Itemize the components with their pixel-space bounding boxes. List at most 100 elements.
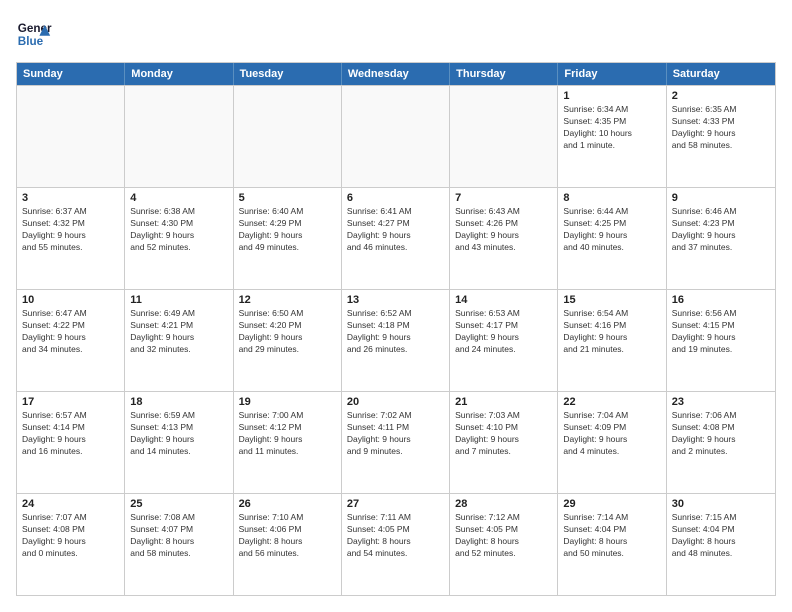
cal-cell-18: 18 Sunrise: 6:59 AM Sunset: 4:13 PM Dayli… [125,392,233,493]
cal-cell-23: 23 Sunrise: 7:06 AM Sunset: 4:08 PM Dayli… [667,392,775,493]
day-number: 14 [455,294,552,306]
cal-cell-24: 24Sunrise: 7:07 AM Sunset: 4:08 PM Dayli… [17,494,125,595]
cal-cell-1: 1Sunrise: 6:34 AM Sunset: 4:35 PM Daylig… [558,86,666,187]
day-info: Sunrise: 6:43 AM Sunset: 4:26 PM Dayligh… [455,206,552,254]
day-number: 15 [563,294,660,306]
day-info: Sunrise: 6:59 AM Sunset: 4:13 PM Dayligh… [130,410,227,458]
cal-cell-29: 29Sunrise: 7:14 AM Sunset: 4:04 PM Dayli… [558,494,666,595]
cal-cell-20: 20 Sunrise: 7:02 AM Sunset: 4:11 PM Dayli… [342,392,450,493]
day-info: Sunrise: 7:02 AM Sunset: 4:11 PM Dayligh… [347,410,444,458]
day-number: 26 [239,498,336,510]
day-info: Sunrise: 6:53 AM Sunset: 4:17 PM Dayligh… [455,308,552,356]
day-info: Sunrise: 6:52 AM Sunset: 4:18 PM Dayligh… [347,308,444,356]
cal-cell-10: 10 Sunrise: 6:47 AM Sunset: 4:22 PM Dayli… [17,290,125,391]
cal-cell-empty-4 [450,86,558,187]
day-number: 19 [239,396,336,408]
cal-cell-30: 30 Sunrise: 7:15 AM Sunset: 4:04 PM Dayli… [667,494,775,595]
day-info: Sunrise: 6:35 AM Sunset: 4:33 PM Dayligh… [672,104,770,152]
cal-cell-25: 25Sunrise: 7:08 AM Sunset: 4:07 PM Dayli… [125,494,233,595]
day-info: Sunrise: 6:47 AM Sunset: 4:22 PM Dayligh… [22,308,119,356]
weekday-header-wednesday: Wednesday [342,63,450,85]
day-number: 7 [455,192,552,204]
cal-cell-16: 16 Sunrise: 6:56 AM Sunset: 4:15 PM Dayli… [667,290,775,391]
day-number: 27 [347,498,444,510]
day-number: 9 [672,192,770,204]
weekday-header-friday: Friday [558,63,666,85]
cal-cell-6: 6Sunrise: 6:41 AM Sunset: 4:27 PM Daylig… [342,188,450,289]
day-number: 20 [347,396,444,408]
day-info: Sunrise: 7:15 AM Sunset: 4:04 PM Dayligh… [672,512,770,560]
day-info: Sunrise: 6:44 AM Sunset: 4:25 PM Dayligh… [563,206,660,254]
day-number: 30 [672,498,770,510]
calendar-row-1: 1Sunrise: 6:34 AM Sunset: 4:35 PM Daylig… [17,85,775,187]
day-info: Sunrise: 7:03 AM Sunset: 4:10 PM Dayligh… [455,410,552,458]
cal-cell-8: 8 Sunrise: 6:44 AM Sunset: 4:25 PM Daylig… [558,188,666,289]
day-number: 13 [347,294,444,306]
calendar-row-4: 17 Sunrise: 6:57 AM Sunset: 4:14 PM Dayli… [17,391,775,493]
cal-cell-12: 12 Sunrise: 6:50 AM Sunset: 4:20 PM Dayli… [234,290,342,391]
day-info: Sunrise: 6:50 AM Sunset: 4:20 PM Dayligh… [239,308,336,356]
day-number: 8 [563,192,660,204]
cal-cell-empty-0 [17,86,125,187]
cal-cell-13: 13 Sunrise: 6:52 AM Sunset: 4:18 PM Dayli… [342,290,450,391]
page: General Blue SundayMondayTuesdayWednesda… [0,0,792,612]
cal-cell-empty-3 [342,86,450,187]
day-info: Sunrise: 6:54 AM Sunset: 4:16 PM Dayligh… [563,308,660,356]
day-info: Sunrise: 6:40 AM Sunset: 4:29 PM Dayligh… [239,206,336,254]
day-info: Sunrise: 7:00 AM Sunset: 4:12 PM Dayligh… [239,410,336,458]
day-number: 17 [22,396,119,408]
day-info: Sunrise: 7:12 AM Sunset: 4:05 PM Dayligh… [455,512,552,560]
day-number: 11 [130,294,227,306]
day-info: Sunrise: 7:08 AM Sunset: 4:07 PM Dayligh… [130,512,227,560]
day-number: 5 [239,192,336,204]
day-info: Sunrise: 7:06 AM Sunset: 4:08 PM Dayligh… [672,410,770,458]
cal-cell-28: 28Sunrise: 7:12 AM Sunset: 4:05 PM Dayli… [450,494,558,595]
cal-cell-7: 7 Sunrise: 6:43 AM Sunset: 4:26 PM Daylig… [450,188,558,289]
calendar-header: SundayMondayTuesdayWednesdayThursdayFrid… [17,63,775,85]
weekday-header-saturday: Saturday [667,63,775,85]
day-info: Sunrise: 7:11 AM Sunset: 4:05 PM Dayligh… [347,512,444,560]
day-info: Sunrise: 6:37 AM Sunset: 4:32 PM Dayligh… [22,206,119,254]
day-info: Sunrise: 6:57 AM Sunset: 4:14 PM Dayligh… [22,410,119,458]
cal-cell-empty-2 [234,86,342,187]
cal-cell-17: 17 Sunrise: 6:57 AM Sunset: 4:14 PM Dayli… [17,392,125,493]
day-number: 16 [672,294,770,306]
day-number: 18 [130,396,227,408]
day-info: Sunrise: 6:34 AM Sunset: 4:35 PM Dayligh… [563,104,660,152]
cal-cell-2: 2Sunrise: 6:35 AM Sunset: 4:33 PM Daylig… [667,86,775,187]
calendar-row-2: 3 Sunrise: 6:37 AM Sunset: 4:32 PM Daylig… [17,187,775,289]
cal-cell-11: 11Sunrise: 6:49 AM Sunset: 4:21 PM Dayli… [125,290,233,391]
day-info: Sunrise: 6:46 AM Sunset: 4:23 PM Dayligh… [672,206,770,254]
day-number: 22 [563,396,660,408]
day-number: 6 [347,192,444,204]
logo: General Blue [16,16,52,52]
cal-cell-14: 14 Sunrise: 6:53 AM Sunset: 4:17 PM Dayli… [450,290,558,391]
day-info: Sunrise: 6:56 AM Sunset: 4:15 PM Dayligh… [672,308,770,356]
weekday-header-monday: Monday [125,63,233,85]
cal-cell-5: 5 Sunrise: 6:40 AM Sunset: 4:29 PM Daylig… [234,188,342,289]
calendar-body: 1Sunrise: 6:34 AM Sunset: 4:35 PM Daylig… [17,85,775,595]
cal-cell-3: 3 Sunrise: 6:37 AM Sunset: 4:32 PM Daylig… [17,188,125,289]
day-info: Sunrise: 6:38 AM Sunset: 4:30 PM Dayligh… [130,206,227,254]
weekday-header-tuesday: Tuesday [234,63,342,85]
cal-cell-4: 4 Sunrise: 6:38 AM Sunset: 4:30 PM Daylig… [125,188,233,289]
day-number: 4 [130,192,227,204]
day-number: 23 [672,396,770,408]
day-number: 3 [22,192,119,204]
cal-cell-19: 19 Sunrise: 7:00 AM Sunset: 4:12 PM Dayli… [234,392,342,493]
weekday-header-thursday: Thursday [450,63,558,85]
day-number: 29 [563,498,660,510]
cal-cell-empty-1 [125,86,233,187]
day-number: 10 [22,294,119,306]
day-number: 12 [239,294,336,306]
cal-cell-15: 15 Sunrise: 6:54 AM Sunset: 4:16 PM Dayli… [558,290,666,391]
cal-cell-26: 26 Sunrise: 7:10 AM Sunset: 4:06 PM Dayli… [234,494,342,595]
cal-cell-27: 27 Sunrise: 7:11 AM Sunset: 4:05 PM Dayli… [342,494,450,595]
day-info: Sunrise: 7:04 AM Sunset: 4:09 PM Dayligh… [563,410,660,458]
calendar-row-3: 10 Sunrise: 6:47 AM Sunset: 4:22 PM Dayli… [17,289,775,391]
day-info: Sunrise: 7:07 AM Sunset: 4:08 PM Dayligh… [22,512,119,560]
cal-cell-22: 22 Sunrise: 7:04 AM Sunset: 4:09 PM Dayli… [558,392,666,493]
day-info: Sunrise: 7:10 AM Sunset: 4:06 PM Dayligh… [239,512,336,560]
day-number: 21 [455,396,552,408]
logo-icon: General Blue [16,16,52,52]
